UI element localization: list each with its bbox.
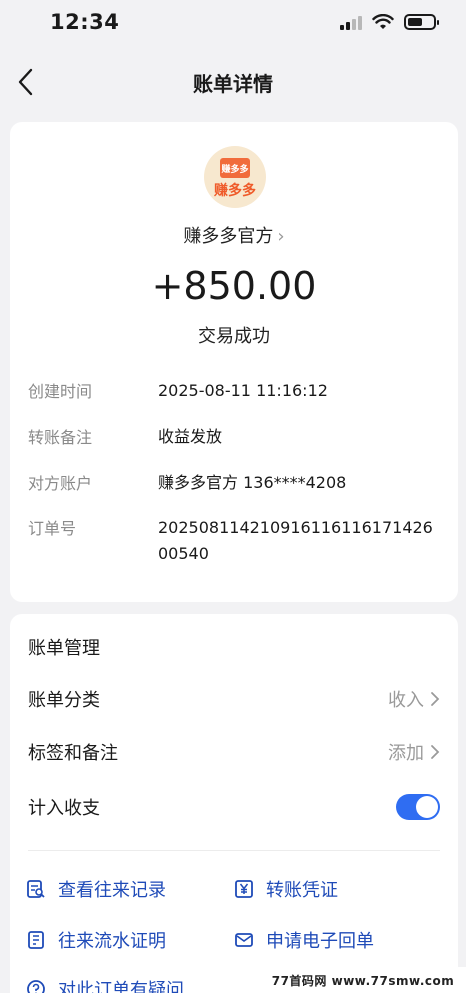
include-in-stats-label: 计入收支 xyxy=(28,798,100,819)
detail-row-remark: 转账备注 收益发放 xyxy=(28,424,440,450)
bill-management-card: 账单管理 账单分类 收入 标签和备注 添加 计入收支 查看往来记录 转账凭证 往… xyxy=(10,614,458,993)
tags-remarks-row[interactable]: 标签和备注 添加 xyxy=(28,737,440,767)
detail-label: 创建时间 xyxy=(28,382,93,401)
transaction-summary-card: 赚多多 赚多多 赚多多官方 › +850.00 交易成功 创建时间 2025-08… xyxy=(10,122,458,602)
transaction-status: 交易成功 xyxy=(198,326,270,347)
logo-box: 赚多多 xyxy=(220,158,250,178)
watermark: 77首码网 www.77smw.com xyxy=(260,967,466,993)
merchant-name: 赚多多官方 xyxy=(183,226,274,247)
detail-value: 赚多多官方 136****4208 xyxy=(158,473,347,492)
detail-value: 2025-08-11 11:16:12 xyxy=(158,381,328,400)
cellular-signal-icon xyxy=(340,14,362,30)
transaction-amount: +850.00 xyxy=(151,264,317,308)
detail-row-order-number: 订单号 20250811421091611611617142600540 xyxy=(28,515,440,567)
chevron-right-icon: › xyxy=(277,226,285,247)
transaction-statement-link[interactable]: 往来流水证明 xyxy=(26,927,166,953)
question-icon xyxy=(27,980,45,993)
detail-label: 对方账户 xyxy=(28,474,93,493)
merchant-logo: 赚多多 赚多多 xyxy=(204,146,266,208)
chevron-right-icon xyxy=(431,692,440,706)
status-time: 12:34 xyxy=(50,10,120,34)
mail-icon xyxy=(235,933,253,947)
divider xyxy=(28,850,440,851)
order-question-link[interactable]: 对此订单有疑问 xyxy=(26,976,184,993)
include-in-stats-row: 计入收支 xyxy=(28,792,440,822)
detail-value: 收益发放 xyxy=(158,427,223,446)
battery-icon xyxy=(404,14,439,30)
status-bar: 12:34 xyxy=(0,0,466,48)
wifi-icon xyxy=(372,14,394,29)
document-search-icon xyxy=(27,880,45,898)
detail-value[interactable]: 20250811421091611611617142600540 xyxy=(158,515,440,567)
detail-label: 订单号 xyxy=(28,519,77,538)
electronic-receipt-link[interactable]: 申请电子回单 xyxy=(234,927,374,953)
bill-category-label: 账单分类 xyxy=(28,690,100,711)
merchant-name-link[interactable]: 赚多多官方 › xyxy=(10,222,458,248)
status-icons xyxy=(340,14,439,30)
tags-remarks-value: 添加 xyxy=(388,743,424,764)
detail-label: 转账备注 xyxy=(28,428,93,447)
page-title: 账单详情 xyxy=(193,72,273,96)
chevron-right-icon xyxy=(431,745,440,759)
include-in-stats-toggle[interactable] xyxy=(396,794,440,820)
nav-bar: 账单详情 xyxy=(0,56,466,108)
statement-icon xyxy=(28,931,44,949)
yuan-voucher-icon xyxy=(235,880,253,898)
detail-row-created-time: 创建时间 2025-08-11 11:16:12 xyxy=(28,378,440,404)
view-history-link[interactable]: 查看往来记录 xyxy=(26,876,166,902)
detail-row-counterparty: 对方账户 赚多多官方 136****4208 xyxy=(28,470,440,496)
logo-text: 赚多多 xyxy=(214,183,256,199)
bill-category-row[interactable]: 账单分类 收入 xyxy=(28,684,440,714)
section-title: 账单管理 xyxy=(28,638,100,659)
transfer-voucher-link[interactable]: 转账凭证 xyxy=(234,876,338,902)
bill-category-value: 收入 xyxy=(388,690,424,711)
tags-remarks-label: 标签和备注 xyxy=(28,743,118,764)
